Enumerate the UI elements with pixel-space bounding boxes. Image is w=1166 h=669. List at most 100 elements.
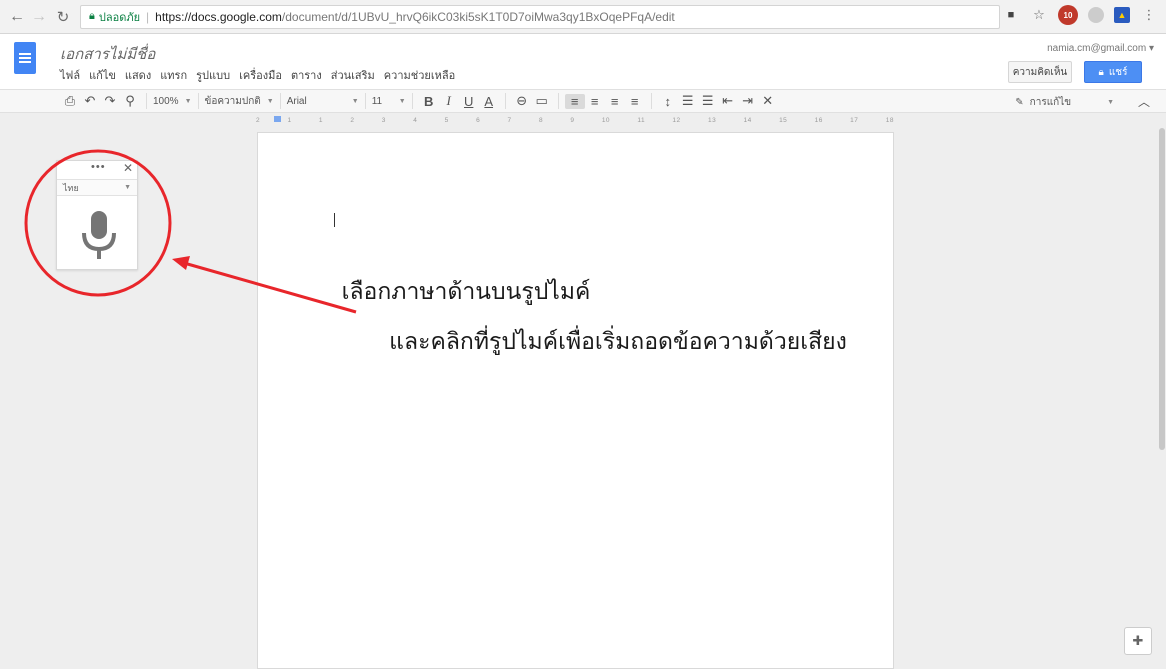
font-size-value: 11 [371, 95, 383, 107]
link-icon[interactable]: ⊖ [512, 93, 532, 109]
user-email[interactable]: namia.cm@gmail.com ▾ [1047, 43, 1154, 54]
annotation-line-1: เลือกภาษาด้านบนรูปไมค์ [341, 279, 591, 305]
print-icon[interactable]: ⎙ [60, 93, 80, 109]
menu-file[interactable]: ไฟล์ [60, 66, 80, 84]
text-cursor [334, 213, 335, 227]
close-icon[interactable]: ✕ [123, 161, 133, 175]
font-value: Arial [286, 95, 307, 107]
lock-icon: 🔒︎ [1098, 66, 1104, 78]
comment-icon[interactable]: ▭ [532, 93, 552, 109]
align-justify-icon[interactable]: ≡ [625, 94, 645, 109]
menu-bar: ไฟล์ แก้ไข แสดง แทรก รูปแบบ เครื่องมือ ต… [60, 66, 455, 84]
camera-icon[interactable]: ■ [1002, 6, 1020, 24]
clear-formatting-icon[interactable]: ✕ [758, 93, 778, 109]
indent-marker-icon[interactable] [274, 116, 281, 122]
caret-icon: ▼ [351, 97, 359, 105]
toolbar-divider [146, 93, 147, 109]
style-select[interactable]: ข้อความปกติ ▼ [205, 94, 274, 109]
docs-logo-icon[interactable] [14, 42, 36, 74]
menu-edit[interactable]: แก้ไข [89, 66, 116, 84]
menu-view[interactable]: แสดง [125, 66, 151, 84]
address-bar[interactable]: 🔒︎ ปลอดภัย | https://docs.google.com/doc… [80, 4, 1000, 29]
caret-icon: ▼ [1107, 99, 1114, 106]
back-icon[interactable]: ← [6, 6, 28, 28]
bold-icon[interactable]: B [419, 94, 439, 109]
ruler-tick: 5 [444, 116, 449, 124]
ruler-tick: 10 [601, 116, 611, 124]
font-size-select[interactable]: 11 ▼ [372, 96, 406, 107]
pencil-icon: ✎ [1015, 97, 1024, 108]
menu-dots-icon[interactable]: ⋮ [1140, 6, 1158, 24]
toolbar-divider [504, 93, 506, 109]
menu-format[interactable]: รูปแบบ [196, 66, 230, 84]
menu-tools[interactable]: เครื่องมือ [239, 66, 282, 84]
ruler-tick: 9 [570, 116, 575, 124]
toolbar-divider [197, 93, 199, 109]
menu-addons[interactable]: ส่วนเสริม [331, 66, 375, 84]
document-page[interactable]: และคลิกที่รูปไมค์เพื่อเริ่มถอดข้อความด้ว… [257, 132, 894, 669]
toolbar-divider [364, 93, 366, 109]
zoom-value: 100% [153, 95, 179, 107]
ruler-tick: 2 [256, 116, 261, 124]
paint-format-icon[interactable]: ⚲ [120, 93, 140, 109]
lock-icon: 🔒︎ [89, 10, 95, 22]
toolbar-divider [650, 93, 652, 109]
caret-icon: ▼ [184, 97, 192, 105]
ruler-tick: 14 [743, 116, 752, 124]
ruler-tick: 16 [814, 116, 823, 124]
increase-indent-icon[interactable]: ⇥ [738, 93, 758, 109]
menu-insert[interactable]: แทรก [160, 66, 187, 84]
decrease-indent-icon[interactable]: ⇤ [718, 93, 738, 109]
annotation-line-2: และคลิกที่รูปไมค์เพื่อเริ่มถอดข้อความด้ว… [389, 329, 847, 355]
ruler-tick: 2 [350, 116, 355, 124]
align-right-icon[interactable]: ≡ [605, 94, 625, 109]
editing-mode-select[interactable]: ✎ การแก้ไข ▼ [1015, 95, 1114, 110]
zoom-select[interactable]: 100% ▼ [153, 96, 192, 107]
ruler-tick: 4 [413, 116, 418, 124]
extension-gray-icon[interactable] [1088, 7, 1104, 23]
url-separator: | [146, 9, 150, 24]
italic-icon[interactable]: I [439, 93, 459, 109]
share-button[interactable]: 🔒︎ แชร์ [1084, 61, 1142, 83]
align-left-icon[interactable]: ≡ [564, 93, 585, 109]
share-label: แชร์ [1108, 66, 1128, 78]
url-domain: https://docs.google.com [155, 9, 282, 24]
toolbar-divider [279, 93, 281, 109]
caret-icon: ▼ [398, 97, 406, 105]
scrollbar-thumb[interactable] [1159, 128, 1165, 450]
comments-button[interactable]: ความคิดเห็น [1008, 61, 1072, 83]
extension-badge-icon[interactable]: 10 [1058, 5, 1078, 25]
toolbar-divider [557, 93, 559, 109]
language-value: ไทย [63, 182, 79, 193]
language-select[interactable]: ไทย ▼ [57, 179, 137, 196]
forward-icon[interactable]: → [28, 6, 50, 28]
underline-icon[interactable]: U [459, 94, 479, 109]
explore-icon[interactable]: ✚ [1124, 627, 1152, 655]
account-caret-icon: ▾ [1148, 43, 1154, 54]
extension-blue-icon[interactable]: ▲ [1114, 7, 1130, 23]
secure-label: ปลอดภัย [98, 11, 141, 24]
redo-icon[interactable]: ↷ [100, 93, 120, 109]
chevron-up-icon[interactable]: ︿ [1138, 93, 1150, 110]
ruler-tick: 8 [538, 116, 544, 124]
docs-header: เอกสารไม่มีชื่อ ไฟล์ แก้ไข แสดง แทรก รูป… [0, 34, 1166, 89]
menu-help[interactable]: ความช่วยเหลือ [384, 66, 455, 84]
style-value: ข้อความปกติ [204, 95, 261, 107]
line-spacing-icon[interactable]: ↕ [658, 94, 678, 109]
align-center-icon[interactable]: ≡ [585, 94, 605, 109]
ruler[interactable]: 2 1 1 2 3 4 5 6 7 8 9 10 11 12 13 14 15 … [256, 114, 894, 126]
bulleted-list-icon[interactable]: ☰ [698, 93, 718, 109]
numbered-list-icon[interactable]: ☰ [678, 93, 698, 109]
document-title[interactable]: เอกสารไม่มีชื่อ [60, 42, 155, 66]
font-select[interactable]: Arial ▼ [287, 96, 359, 107]
caret-icon: ▼ [124, 184, 131, 191]
star-icon[interactable]: ☆ [1030, 6, 1048, 24]
ruler-tick: 1 [318, 116, 323, 124]
voice-typing-panel: ••• ✕ ไทย ▼ [56, 160, 138, 270]
microphone-icon[interactable] [79, 209, 119, 263]
undo-icon[interactable]: ↶ [80, 93, 100, 109]
more-options-icon[interactable]: ••• [91, 161, 106, 173]
menu-table[interactable]: ตาราง [291, 66, 322, 84]
reload-icon[interactable]: ↻ [52, 6, 74, 28]
text-color-icon[interactable]: A [479, 94, 499, 109]
